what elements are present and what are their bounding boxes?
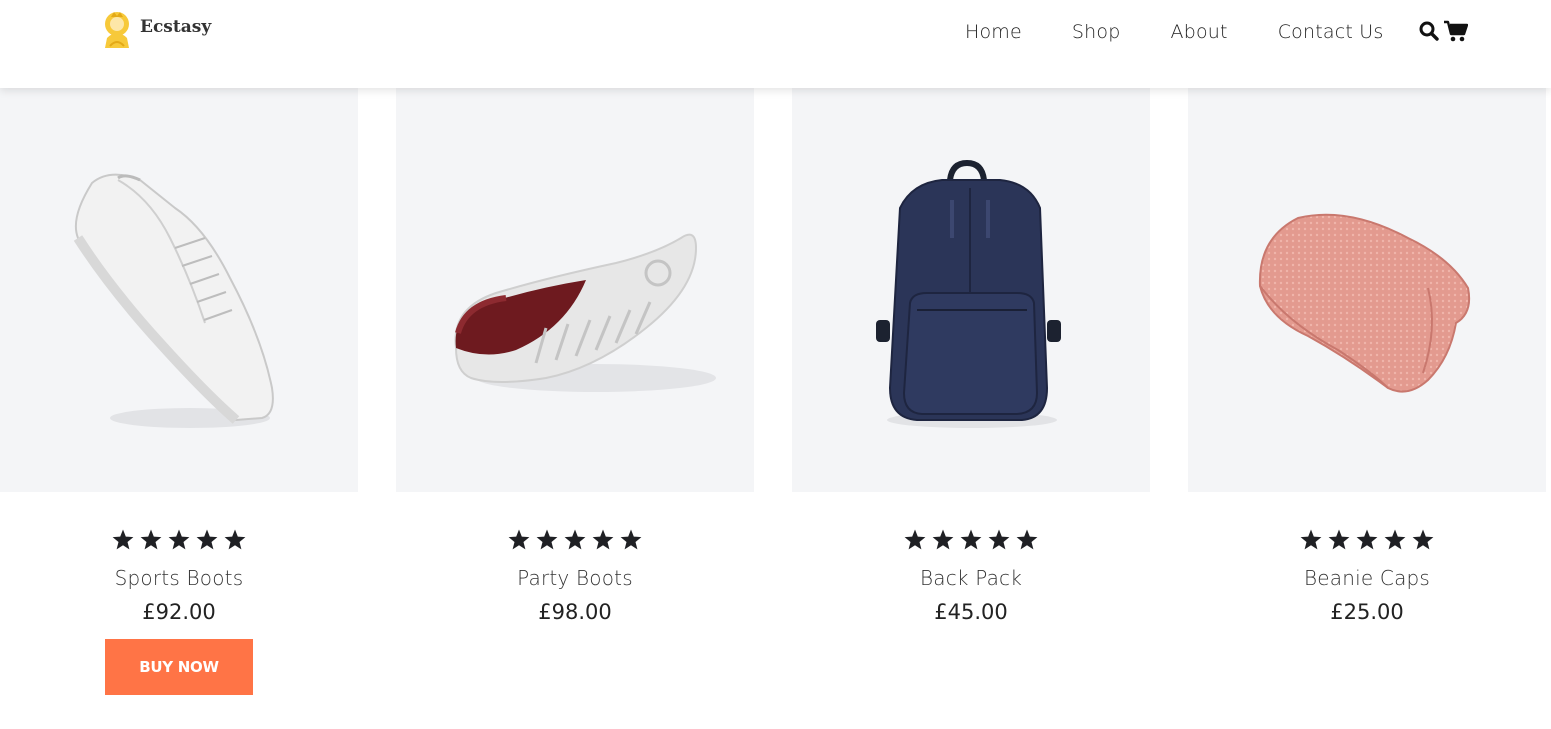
main-nav: Home Shop About Contact Us	[965, 19, 1383, 45]
star-icon	[196, 529, 218, 550]
star-icon	[988, 529, 1010, 550]
nav-home[interactable]: Home	[965, 21, 1022, 43]
product-card: Back Pack £45.00	[792, 88, 1150, 728]
nav-contact[interactable]: Contact Us	[1278, 21, 1384, 43]
product-image-beanie[interactable]	[1188, 88, 1546, 492]
brand-logo[interactable]: Ecstasy	[98, 8, 211, 52]
product-name[interactable]: Party Boots	[396, 566, 754, 590]
buy-now-button[interactable]: BUY NOW	[105, 639, 253, 695]
nav-about[interactable]: About	[1171, 21, 1228, 43]
product-name[interactable]: Back Pack	[792, 566, 1150, 590]
cart-icon[interactable]	[1444, 20, 1468, 42]
rating-stars	[1188, 528, 1546, 552]
star-icon	[224, 529, 246, 550]
site-header: Ecstasy Home Shop About Contact Us	[0, 0, 1551, 88]
star-icon	[112, 529, 134, 550]
star-icon	[564, 529, 586, 550]
product-price: £92.00	[142, 600, 216, 624]
product-image-white-sneaker[interactable]	[0, 88, 358, 492]
star-icon	[904, 529, 926, 550]
product-card: Beanie Caps £25.00	[1188, 88, 1546, 728]
logo-icon	[105, 12, 129, 48]
star-icon	[536, 529, 558, 550]
product-price: £98.00	[538, 600, 612, 624]
star-icon	[140, 529, 162, 550]
brand-name: Ecstasy	[140, 17, 212, 37]
suede-shoe-image	[454, 233, 716, 392]
sneaker-image	[73, 173, 274, 428]
star-icon	[1328, 529, 1350, 550]
star-icon	[620, 529, 642, 550]
product-card: Sports Boots £92.00 BUY NOW	[0, 88, 358, 728]
product-image-backpack[interactable]	[792, 88, 1150, 492]
product-name[interactable]: Sports Boots	[0, 566, 358, 590]
star-icon	[1412, 529, 1434, 550]
search-icon[interactable]	[1419, 21, 1439, 41]
product-price: £25.00	[1330, 600, 1404, 624]
star-icon	[1016, 529, 1038, 550]
star-icon	[932, 529, 954, 550]
star-icon	[1356, 529, 1378, 550]
rating-stars	[792, 528, 1150, 552]
star-icon	[1300, 529, 1322, 550]
product-card: Party Boots £98.00	[396, 88, 754, 728]
star-icon	[592, 529, 614, 550]
star-icon	[960, 529, 982, 550]
rating-stars	[396, 528, 754, 552]
star-icon	[168, 529, 190, 550]
product-name[interactable]: Beanie Caps	[1188, 566, 1546, 590]
rating-stars	[0, 528, 358, 552]
backpack-image	[876, 159, 1061, 428]
nav-shop[interactable]: Shop	[1072, 21, 1121, 43]
product-image-maroon-shoe[interactable]	[396, 88, 754, 492]
beanie-image	[1258, 213, 1471, 393]
star-icon	[1384, 529, 1406, 550]
star-icon	[508, 529, 530, 550]
product-price: £45.00	[934, 600, 1008, 624]
